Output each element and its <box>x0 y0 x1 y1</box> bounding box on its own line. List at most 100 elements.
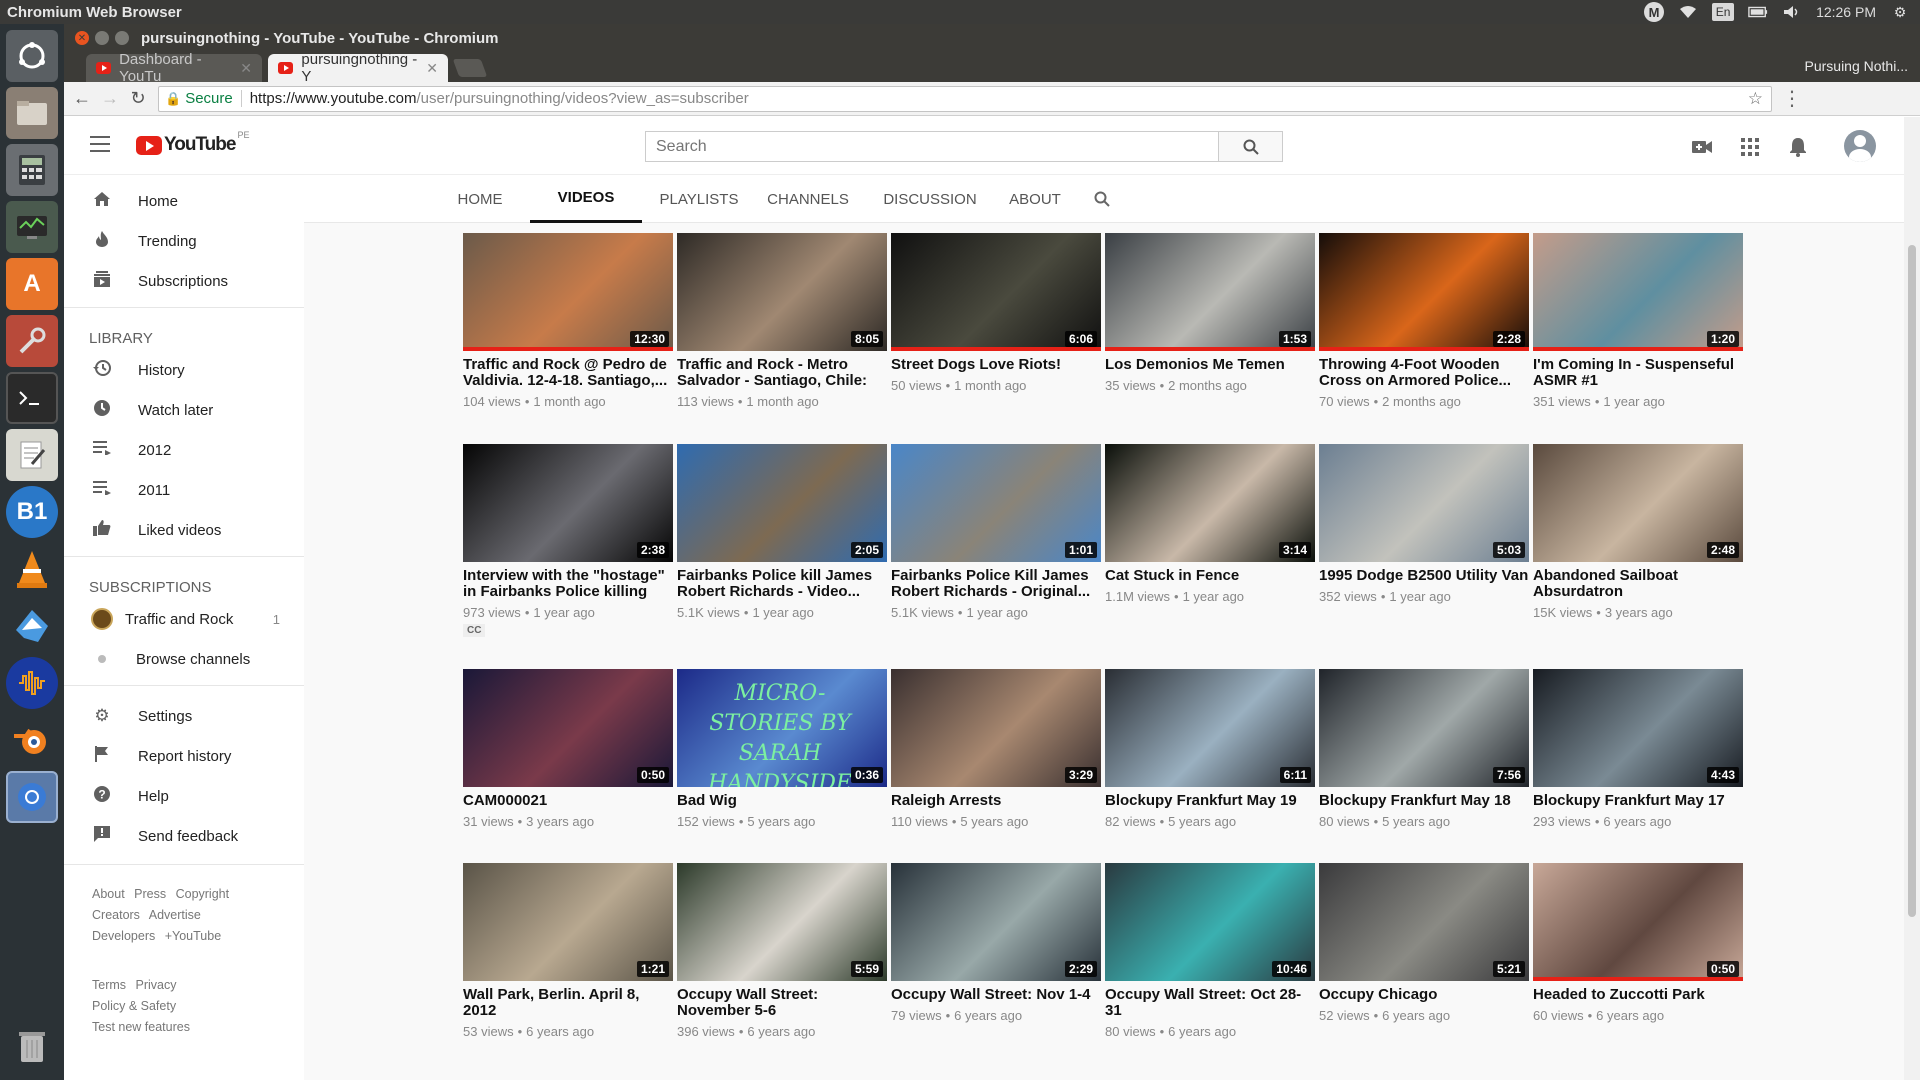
search-button[interactable] <box>1219 131 1283 162</box>
search-box[interactable] <box>645 131 1219 162</box>
video-thumbnail[interactable]: 5:59 <box>677 863 887 981</box>
video-thumbnail[interactable]: 7:56 <box>1319 669 1529 787</box>
ubuntu-dash-icon[interactable] <box>6 30 58 82</box>
footer-link[interactable]: +YouTube <box>165 929 221 943</box>
software-center-icon[interactable]: A <box>6 258 58 310</box>
video-card[interactable]: 1:21 Wall Park, Berlin. April 8, 2012 53 v… <box>463 863 673 1039</box>
video-card[interactable]: 6:06 Street Dogs Love Riots! 50 views • 1 mo… <box>891 233 1101 393</box>
video-card[interactable]: 10:46 Occupy Wall Street: Oct 28-31 80 vie… <box>1105 863 1315 1039</box>
tab-about[interactable]: ABOUT <box>1005 175 1065 223</box>
close-tab-icon[interactable]: ✕ <box>240 60 252 77</box>
search-input[interactable] <box>646 137 1218 156</box>
guide-item-home[interactable]: Home <box>64 181 304 221</box>
guide-item-liked-videos[interactable]: Liked videos <box>64 510 304 550</box>
guide-item-channel-traffic-and-rock[interactable]: Traffic and Rock 1 <box>64 599 304 639</box>
video-title[interactable]: Fairbanks Police Kill James Robert Richa… <box>891 568 1101 600</box>
video-thumbnail[interactable]: 12:30 <box>463 233 673 351</box>
video-card[interactable]: MICRO-STORIES BY SARAH HANDYSIDE 0:36 Bad … <box>677 669 887 829</box>
browser-tab-dashboard[interactable]: Dashboard - YouTu ✕ <box>86 51 262 85</box>
upload-video-icon[interactable] <box>1690 135 1714 159</box>
video-thumbnail[interactable]: 5:21 <box>1319 863 1529 981</box>
video-title[interactable]: Cat Stuck in Fence <box>1105 568 1315 584</box>
video-title[interactable]: Los Demonios Me Temen <box>1105 357 1315 373</box>
guide-item-trending[interactable]: Trending <box>64 221 304 261</box>
video-card[interactable]: 7:56 Blockupy Frankfurt May 18 80 views • 5 … <box>1319 669 1529 829</box>
video-thumbnail[interactable]: 2:48 <box>1533 444 1743 562</box>
channel-search-icon[interactable] <box>1087 175 1117 223</box>
video-title[interactable]: Bad Wig <box>677 793 887 809</box>
video-title[interactable]: Traffic and Rock @ Pedro de Valdivia. 12… <box>463 357 673 389</box>
footer-link[interactable]: Privacy <box>136 978 177 992</box>
video-card[interactable]: 2:38 Interview with the "hostage" in Fair… <box>463 444 673 638</box>
avatar[interactable] <box>1844 130 1876 162</box>
vlc-icon[interactable] <box>6 543 58 595</box>
browser-menu-icon[interactable]: ⋮ <box>1782 86 1802 111</box>
guide-item-settings[interactable]: ⚙ Settings <box>64 696 304 736</box>
video-card[interactable]: 2:29 Occupy Wall Street: Nov 1-4 79 views •… <box>891 863 1101 1023</box>
footer-link[interactable]: Developers <box>92 929 155 943</box>
back-icon[interactable]: ← <box>68 85 96 113</box>
video-card[interactable]: 1:20 I'm Coming In - Suspenseful ASMR #1 3… <box>1533 233 1743 409</box>
video-card[interactable]: 3:14 Cat Stuck in Fence 1.1M views • 1 year … <box>1105 444 1315 604</box>
bookmark-star-icon[interactable]: ☆ <box>1748 89 1763 109</box>
video-card[interactable]: 2:48 Abandoned Sailboat Absurdatron 15K vi… <box>1533 444 1743 620</box>
video-title[interactable]: Interview with the "hostage" in Fairbank… <box>463 568 673 600</box>
video-thumbnail[interactable]: 6:11 <box>1105 669 1315 787</box>
video-thumbnail[interactable]: 3:14 <box>1105 444 1315 562</box>
reload-icon[interactable]: ↻ <box>124 85 152 113</box>
minimize-window-icon[interactable] <box>95 31 109 45</box>
audacity-icon[interactable] <box>6 657 58 709</box>
maximize-window-icon[interactable] <box>115 31 129 45</box>
video-thumbnail[interactable]: 1:53 <box>1105 233 1315 351</box>
gear-icon[interactable]: ⚙ <box>1890 2 1910 22</box>
video-card[interactable]: 8:05 Traffic and Rock - Metro Salvador - … <box>677 233 887 409</box>
video-thumbnail[interactable]: 3:29 <box>891 669 1101 787</box>
footer-link[interactable]: Advertise <box>149 908 201 922</box>
volume-icon[interactable] <box>1782 2 1802 22</box>
video-title[interactable]: Headed to Zuccotti Park <box>1533 987 1743 1003</box>
video-title[interactable]: Fairbanks Police kill James Robert Richa… <box>677 568 887 600</box>
video-thumbnail[interactable]: 0:50 <box>463 669 673 787</box>
mail-icon[interactable]: M <box>1644 2 1665 22</box>
video-thumbnail[interactable]: 6:06 <box>891 233 1101 351</box>
video-thumbnail[interactable]: 2:28 <box>1319 233 1529 351</box>
video-thumbnail[interactable]: 2:29 <box>891 863 1101 981</box>
blender-icon[interactable] <box>6 714 58 766</box>
b1-icon[interactable]: B1 <box>6 486 58 538</box>
footer-link[interactable]: Policy & Safety <box>92 999 176 1013</box>
browser-tab-channel[interactable]: pursuingnothing - Y ✕ <box>268 51 448 85</box>
video-thumbnail[interactable]: 4:43 <box>1533 669 1743 787</box>
video-title[interactable]: Occupy Wall Street: Oct 28-31 <box>1105 987 1315 1019</box>
video-thumbnail[interactable]: 0:50 <box>1533 863 1743 981</box>
scrollbar-thumb[interactable] <box>1908 245 1916 917</box>
video-thumbnail[interactable]: 1:20 <box>1533 233 1743 351</box>
video-title[interactable]: Occupy Wall Street: Nov 1-4 <box>891 987 1101 1003</box>
footer-link[interactable]: Copyright <box>176 887 230 901</box>
video-title[interactable]: 1995 Dodge B2500 Utility Van <box>1319 568 1529 584</box>
guide-item-subscriptions[interactable]: Subscriptions <box>64 261 304 301</box>
video-title[interactable]: Blockupy Frankfurt May 18 <box>1319 793 1529 809</box>
address-bar[interactable]: 🔒 Secure https://www.youtube.com/user/pu… <box>158 85 1772 112</box>
youtube-logo[interactable]: YouTube PE <box>136 130 249 156</box>
video-thumbnail[interactable]: 5:03 <box>1319 444 1529 562</box>
new-tab-button[interactable] <box>452 59 488 77</box>
guide-item-send-feedback[interactable]: Send feedback <box>64 816 304 856</box>
video-thumbnail[interactable]: 1:21 <box>463 863 673 981</box>
video-thumbnail[interactable]: 8:05 <box>677 233 887 351</box>
trash-icon[interactable] <box>6 1020 58 1072</box>
profile-name[interactable]: Pursuing Nothi... <box>1805 58 1909 74</box>
video-thumbnail[interactable]: MICRO-STORIES BY SARAH HANDYSIDE 0:36 <box>677 669 887 787</box>
guide-item-playlist-2011[interactable]: 2011 <box>64 470 304 510</box>
video-title[interactable]: Traffic and Rock - Metro Salvador - Sant… <box>677 357 887 389</box>
guide-item-browse-channels[interactable]: Browse channels <box>64 639 304 679</box>
video-card[interactable]: 6:11 Blockupy Frankfurt May 19 82 views • 5 … <box>1105 669 1315 829</box>
video-card[interactable]: 1:01 Fairbanks Police Kill James Robert R… <box>891 444 1101 620</box>
video-title[interactable]: I'm Coming In - Suspenseful ASMR #1 <box>1533 357 1743 389</box>
video-thumbnail[interactable]: 1:01 <box>891 444 1101 562</box>
tab-discussion[interactable]: DISCUSSION <box>875 175 985 223</box>
guide-item-watch-later[interactable]: Watch later <box>64 390 304 430</box>
video-title[interactable]: Street Dogs Love Riots! <box>891 357 1101 373</box>
guide-item-history[interactable]: History <box>64 350 304 390</box>
footer-link[interactable]: Terms <box>92 978 126 992</box>
forward-icon[interactable]: → <box>96 85 124 113</box>
